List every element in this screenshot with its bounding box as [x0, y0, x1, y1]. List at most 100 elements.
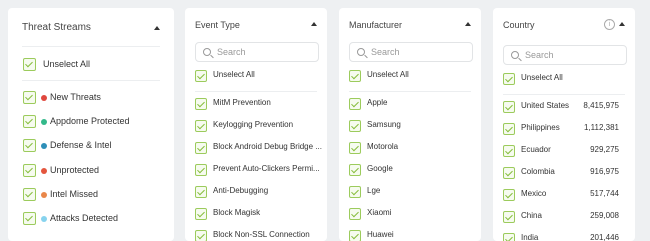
search-input[interactable] — [371, 45, 469, 59]
list-item[interactable]: Block Non-SSL Connection — [185, 229, 327, 241]
event-type-label: Block Non-SSL Connection — [213, 230, 310, 239]
checkbox-checked-icon[interactable] — [349, 230, 361, 241]
list-item[interactable]: Keylogging Prevention — [185, 119, 327, 135]
divider — [22, 46, 160, 47]
unselect-all-row[interactable]: Unselect All — [8, 57, 174, 73]
list-item[interactable]: Apple — [339, 97, 481, 113]
search-input[interactable] — [525, 48, 623, 62]
country-count: 916,975 — [590, 167, 619, 176]
list-item[interactable]: Huawei — [339, 229, 481, 241]
list-item[interactable]: MitM Prevention — [185, 97, 327, 113]
status-dot-icon — [41, 95, 47, 101]
list-item[interactable]: Ecuador 929,275 — [493, 144, 635, 160]
checkbox-checked-icon[interactable] — [23, 164, 36, 177]
unselect-all-row[interactable]: Unselect All — [339, 69, 481, 85]
checkbox-checked-icon[interactable] — [195, 230, 207, 241]
manufacturer-search[interactable] — [349, 42, 473, 62]
caret-up-icon[interactable] — [465, 22, 471, 26]
manufacturer-label: Google — [367, 164, 393, 173]
info-icon[interactable]: i — [604, 19, 615, 30]
threat-stream-item[interactable]: Attacks Detected — [8, 211, 174, 227]
checkbox-checked-icon[interactable] — [503, 233, 515, 241]
list-item[interactable]: Mexico 517,744 — [493, 188, 635, 204]
checkbox-checked-icon[interactable] — [23, 91, 36, 104]
threat-stream-item[interactable]: New Threats — [8, 90, 174, 106]
list-item[interactable]: Motorola — [339, 141, 481, 157]
caret-up-icon[interactable] — [154, 26, 160, 30]
list-item[interactable]: United States 8,415,975 — [493, 100, 635, 116]
checkbox-checked-icon[interactable] — [503, 123, 515, 135]
search-input[interactable] — [217, 45, 315, 59]
checkbox-checked-icon[interactable] — [23, 58, 36, 71]
threat-stream-label: Attacks Detected — [50, 213, 119, 223]
list-item[interactable]: Philippines 1,112,381 — [493, 122, 635, 138]
checkbox-checked-icon[interactable] — [23, 188, 36, 201]
threat-stream-item[interactable]: Intel Missed — [8, 187, 174, 203]
unselect-all-label: Unselect All — [213, 70, 255, 79]
list-item[interactable]: Google — [339, 163, 481, 179]
manufacturer-label: Huawei — [367, 230, 394, 239]
checkbox-checked-icon[interactable] — [503, 73, 515, 85]
checkbox-checked-icon[interactable] — [503, 211, 515, 223]
list-item[interactable]: Block Android Debug Bridge ... — [185, 141, 327, 157]
checkbox-checked-icon[interactable] — [503, 189, 515, 201]
list-item[interactable]: Anti-Debugging — [185, 185, 327, 201]
checkbox-checked-icon[interactable] — [195, 208, 207, 220]
checkbox-checked-icon[interactable] — [349, 120, 361, 132]
search-icon — [357, 48, 365, 56]
threat-stream-item[interactable]: Appdome Protected — [8, 114, 174, 130]
threat-stream-label: New Threats — [50, 92, 101, 102]
checkbox-checked-icon[interactable] — [503, 167, 515, 179]
event-type-label: Keylogging Prevention — [213, 120, 294, 129]
checkbox-checked-icon[interactable] — [503, 101, 515, 113]
checkbox-checked-icon[interactable] — [349, 186, 361, 198]
country-name: United States — [521, 101, 570, 110]
country-count: 201,446 — [590, 233, 619, 241]
divider — [195, 91, 317, 92]
checkbox-checked-icon[interactable] — [23, 139, 36, 152]
checkbox-checked-icon[interactable] — [195, 120, 207, 132]
event-type-search[interactable] — [195, 42, 319, 62]
threat-stream-item[interactable]: Unprotected — [8, 163, 174, 179]
manufacturer-label: Samsung — [367, 120, 401, 129]
divider — [349, 91, 471, 92]
unselect-all-label: Unselect All — [367, 70, 409, 79]
checkbox-checked-icon[interactable] — [349, 98, 361, 110]
country-panel: Country i Unselect All United States 8,41… — [493, 8, 635, 241]
list-item[interactable]: Lge — [339, 185, 481, 201]
checkbox-checked-icon[interactable] — [195, 70, 207, 82]
list-item[interactable]: Prevent Auto-Clickers Permi... — [185, 163, 327, 179]
country-search[interactable] — [503, 45, 627, 65]
checkbox-checked-icon[interactable] — [349, 70, 361, 82]
country-name: Philippines — [521, 123, 560, 132]
checkbox-checked-icon[interactable] — [195, 164, 207, 176]
checkbox-checked-icon[interactable] — [195, 186, 207, 198]
caret-up-icon[interactable] — [311, 22, 317, 26]
checkbox-checked-icon[interactable] — [503, 145, 515, 157]
list-item[interactable]: Colombia 916,975 — [493, 166, 635, 182]
list-item[interactable]: India 201,446 — [493, 232, 635, 241]
list-item[interactable]: Block Magisk — [185, 207, 327, 223]
search-icon — [511, 51, 519, 59]
manufacturer-label: Xiaomi — [367, 208, 392, 217]
checkbox-checked-icon[interactable] — [349, 164, 361, 176]
unselect-all-row[interactable]: Unselect All — [493, 72, 635, 88]
list-item[interactable]: Samsung — [339, 119, 481, 135]
event-type-label: Block Android Debug Bridge ... — [213, 142, 322, 151]
threat-stream-item[interactable]: Defense & Intel — [8, 138, 174, 154]
checkbox-checked-icon[interactable] — [23, 212, 36, 225]
checkbox-checked-icon[interactable] — [23, 115, 36, 128]
checkbox-checked-icon[interactable] — [349, 142, 361, 154]
unselect-all-row[interactable]: Unselect All — [185, 69, 327, 85]
list-item[interactable]: China 259,008 — [493, 210, 635, 226]
threat-stream-label: Unprotected — [50, 165, 100, 175]
status-dot-icon — [41, 216, 47, 222]
caret-up-icon[interactable] — [619, 22, 625, 26]
checkbox-checked-icon[interactable] — [195, 98, 207, 110]
status-dot-icon — [41, 143, 47, 149]
list-item[interactable]: Xiaomi — [339, 207, 481, 223]
checkbox-checked-icon[interactable] — [195, 142, 207, 154]
status-dot-icon — [41, 168, 47, 174]
checkbox-checked-icon[interactable] — [349, 208, 361, 220]
event-type-panel: Event Type Unselect All MitM Prevention … — [185, 8, 327, 241]
